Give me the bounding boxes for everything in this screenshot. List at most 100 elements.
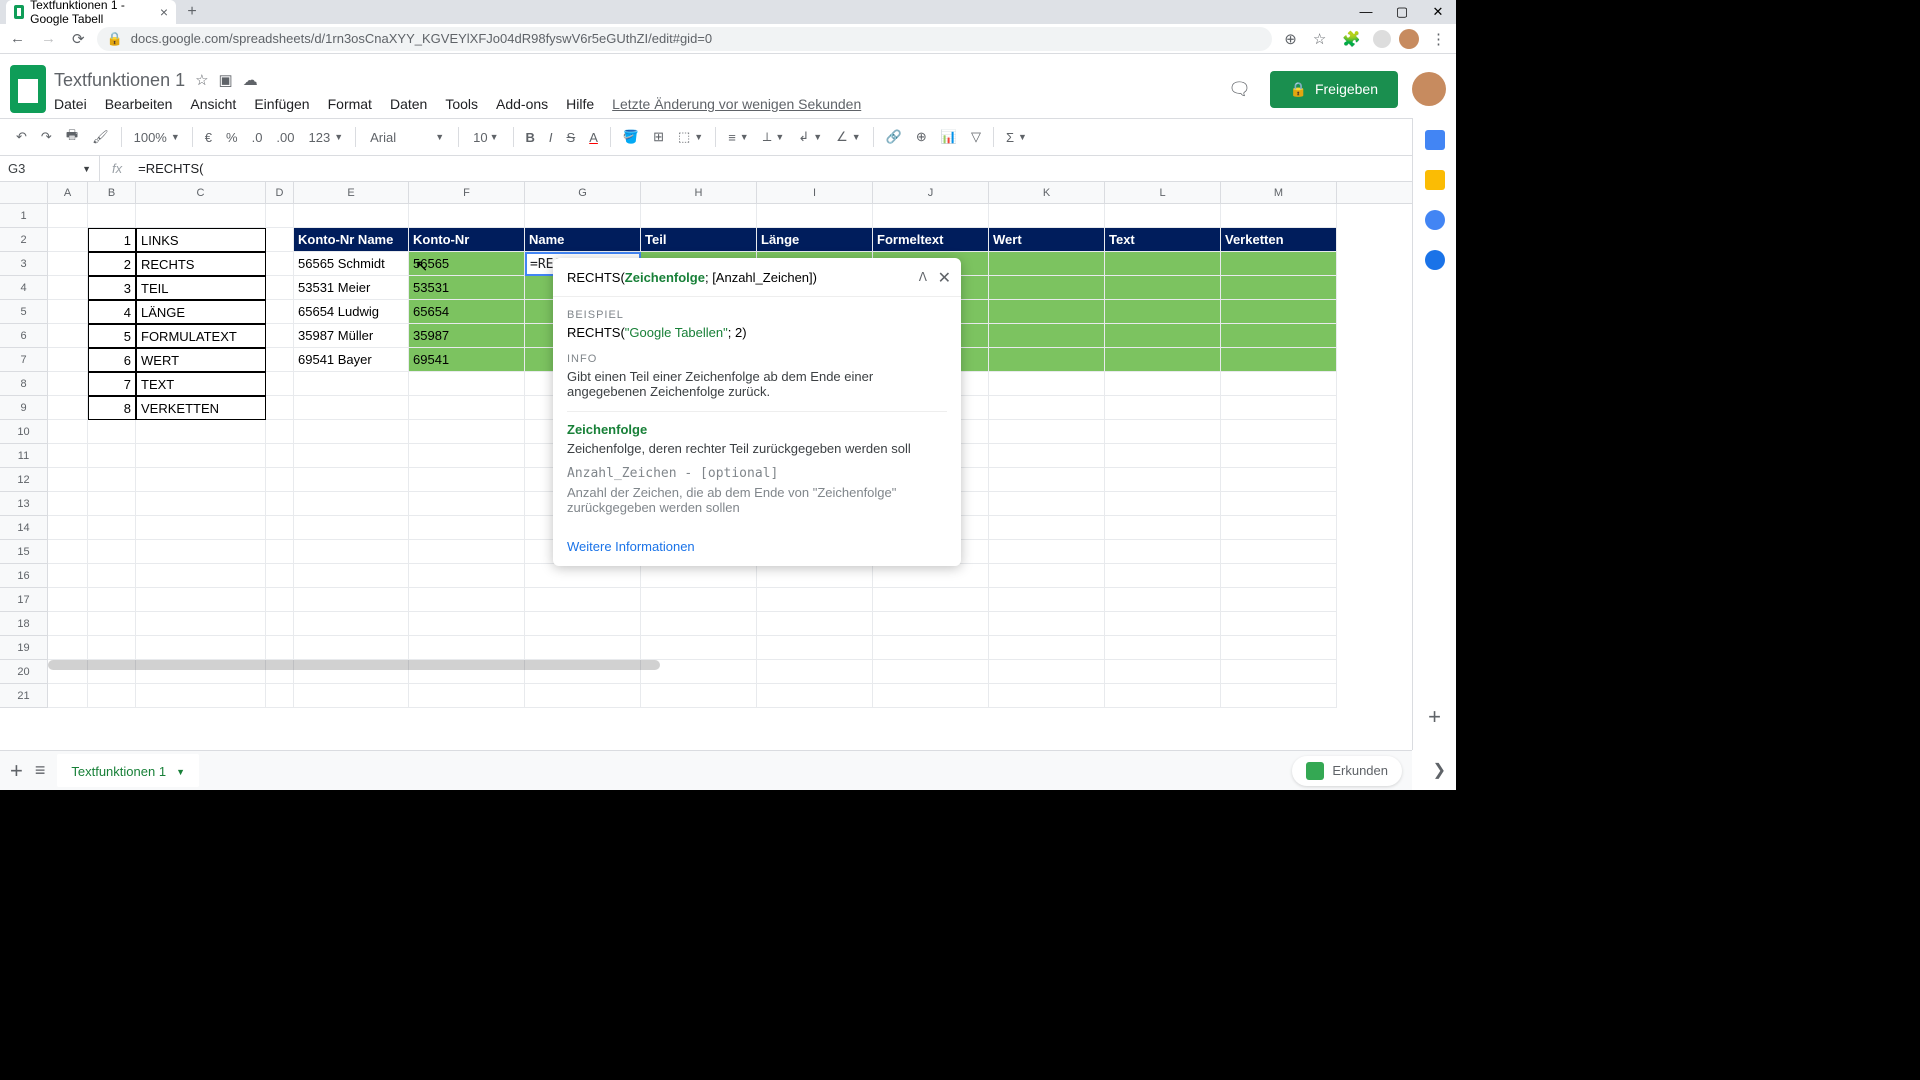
- cell[interactable]: 8: [88, 396, 136, 420]
- link-icon[interactable]: 🔗: [880, 125, 908, 149]
- cell[interactable]: [989, 516, 1105, 540]
- menu-hilfe[interactable]: Hilfe: [566, 96, 594, 112]
- cell[interactable]: LÄNGE: [136, 300, 266, 324]
- cell[interactable]: [294, 684, 409, 708]
- cell[interactable]: [294, 444, 409, 468]
- cell[interactable]: [266, 348, 294, 372]
- cell[interactable]: [48, 492, 88, 516]
- cell[interactable]: [989, 636, 1105, 660]
- cell[interactable]: Wert: [989, 228, 1105, 252]
- fill-color-icon[interactable]: 🪣: [617, 125, 645, 149]
- cell[interactable]: [525, 564, 641, 588]
- cell[interactable]: [989, 444, 1105, 468]
- cell[interactable]: [48, 588, 88, 612]
- all-sheets-button[interactable]: ≡: [35, 760, 46, 781]
- cell[interactable]: [1105, 396, 1221, 420]
- cell[interactable]: [409, 444, 525, 468]
- cell[interactable]: [136, 684, 266, 708]
- cell[interactable]: [48, 276, 88, 300]
- row-header[interactable]: 20: [0, 660, 47, 684]
- close-window-icon[interactable]: ✕: [1420, 4, 1456, 20]
- cell[interactable]: [1105, 492, 1221, 516]
- cell[interactable]: [525, 588, 641, 612]
- cell[interactable]: [525, 612, 641, 636]
- cell[interactable]: WERT: [136, 348, 266, 372]
- cell[interactable]: [409, 516, 525, 540]
- cell[interactable]: [873, 660, 989, 684]
- move-icon[interactable]: ▣: [219, 71, 233, 89]
- cell[interactable]: [989, 276, 1105, 300]
- collapse-help-icon[interactable]: ᐱ: [919, 270, 927, 284]
- cell[interactable]: Teil: [641, 228, 757, 252]
- cell[interactable]: [989, 252, 1105, 276]
- cell[interactable]: [989, 420, 1105, 444]
- cell[interactable]: [48, 468, 88, 492]
- bold-icon[interactable]: B: [520, 126, 541, 149]
- menu-format[interactable]: Format: [328, 96, 372, 112]
- rotate-icon[interactable]: ∠▼: [830, 125, 867, 149]
- cell[interactable]: [1221, 372, 1337, 396]
- cell[interactable]: [294, 372, 409, 396]
- hide-sidepanel-icon[interactable]: ❯: [1433, 760, 1446, 780]
- cell[interactable]: Text: [1105, 228, 1221, 252]
- col-header[interactable]: L: [1105, 182, 1221, 203]
- font-select[interactable]: Arial▼: [362, 130, 452, 145]
- col-header[interactable]: G: [525, 182, 641, 203]
- cell[interactable]: [266, 228, 294, 252]
- font-size-select[interactable]: 10▼: [465, 130, 506, 145]
- cell[interactable]: 5: [88, 324, 136, 348]
- cell[interactable]: [1221, 204, 1337, 228]
- menu-addons[interactable]: Add-ons: [496, 96, 548, 112]
- cell[interactable]: [136, 420, 266, 444]
- row-header[interactable]: 7: [0, 348, 47, 372]
- row-header[interactable]: 2: [0, 228, 47, 252]
- cell[interactable]: [88, 612, 136, 636]
- col-header[interactable]: B: [88, 182, 136, 203]
- cell[interactable]: [757, 612, 873, 636]
- cell[interactable]: [1221, 468, 1337, 492]
- cell[interactable]: [873, 204, 989, 228]
- cell[interactable]: [757, 636, 873, 660]
- cell[interactable]: [1105, 564, 1221, 588]
- cell[interactable]: [1221, 492, 1337, 516]
- cell[interactable]: [1221, 588, 1337, 612]
- cell[interactable]: [757, 588, 873, 612]
- cell[interactable]: LINKS: [136, 228, 266, 252]
- cell[interactable]: [1221, 516, 1337, 540]
- undo-icon[interactable]: ↶: [10, 125, 33, 149]
- row-header[interactable]: 12: [0, 468, 47, 492]
- browser-tab[interactable]: Textfunktionen 1 - Google Tabell ×: [6, 0, 176, 24]
- menu-bearbeiten[interactable]: Bearbeiten: [105, 96, 173, 112]
- cell[interactable]: [136, 468, 266, 492]
- cell[interactable]: [1221, 300, 1337, 324]
- cell[interactable]: [266, 612, 294, 636]
- cell[interactable]: [266, 420, 294, 444]
- cell[interactable]: [266, 540, 294, 564]
- cell[interactable]: [136, 636, 266, 660]
- cell[interactable]: 65654: [409, 300, 525, 324]
- cell[interactable]: [1221, 564, 1337, 588]
- cell[interactable]: [1221, 660, 1337, 684]
- more-info-link[interactable]: Weitere Informationen: [553, 527, 961, 566]
- paint-format-icon[interactable]: 🖌: [86, 125, 115, 149]
- horizontal-scrollbar[interactable]: [48, 660, 660, 670]
- cell[interactable]: [409, 684, 525, 708]
- cell[interactable]: [294, 396, 409, 420]
- calendar-icon[interactable]: [1425, 130, 1445, 150]
- comment-icon[interactable]: ⊕: [910, 125, 933, 149]
- row-header[interactable]: 11: [0, 444, 47, 468]
- strike-icon[interactable]: S: [561, 126, 582, 149]
- cell[interactable]: [873, 684, 989, 708]
- menu-einfuegen[interactable]: Einfügen: [254, 96, 309, 112]
- cell[interactable]: TEXT: [136, 372, 266, 396]
- cell[interactable]: 69541: [409, 348, 525, 372]
- close-tab-icon[interactable]: ×: [160, 4, 168, 20]
- cell[interactable]: [1105, 516, 1221, 540]
- cell[interactable]: [266, 300, 294, 324]
- cell[interactable]: FORMULATEXT: [136, 324, 266, 348]
- minimize-icon[interactable]: —: [1348, 4, 1384, 20]
- profile-avatar-icon[interactable]: [1399, 29, 1419, 49]
- cell[interactable]: [409, 492, 525, 516]
- cell[interactable]: [1221, 684, 1337, 708]
- cell[interactable]: [525, 636, 641, 660]
